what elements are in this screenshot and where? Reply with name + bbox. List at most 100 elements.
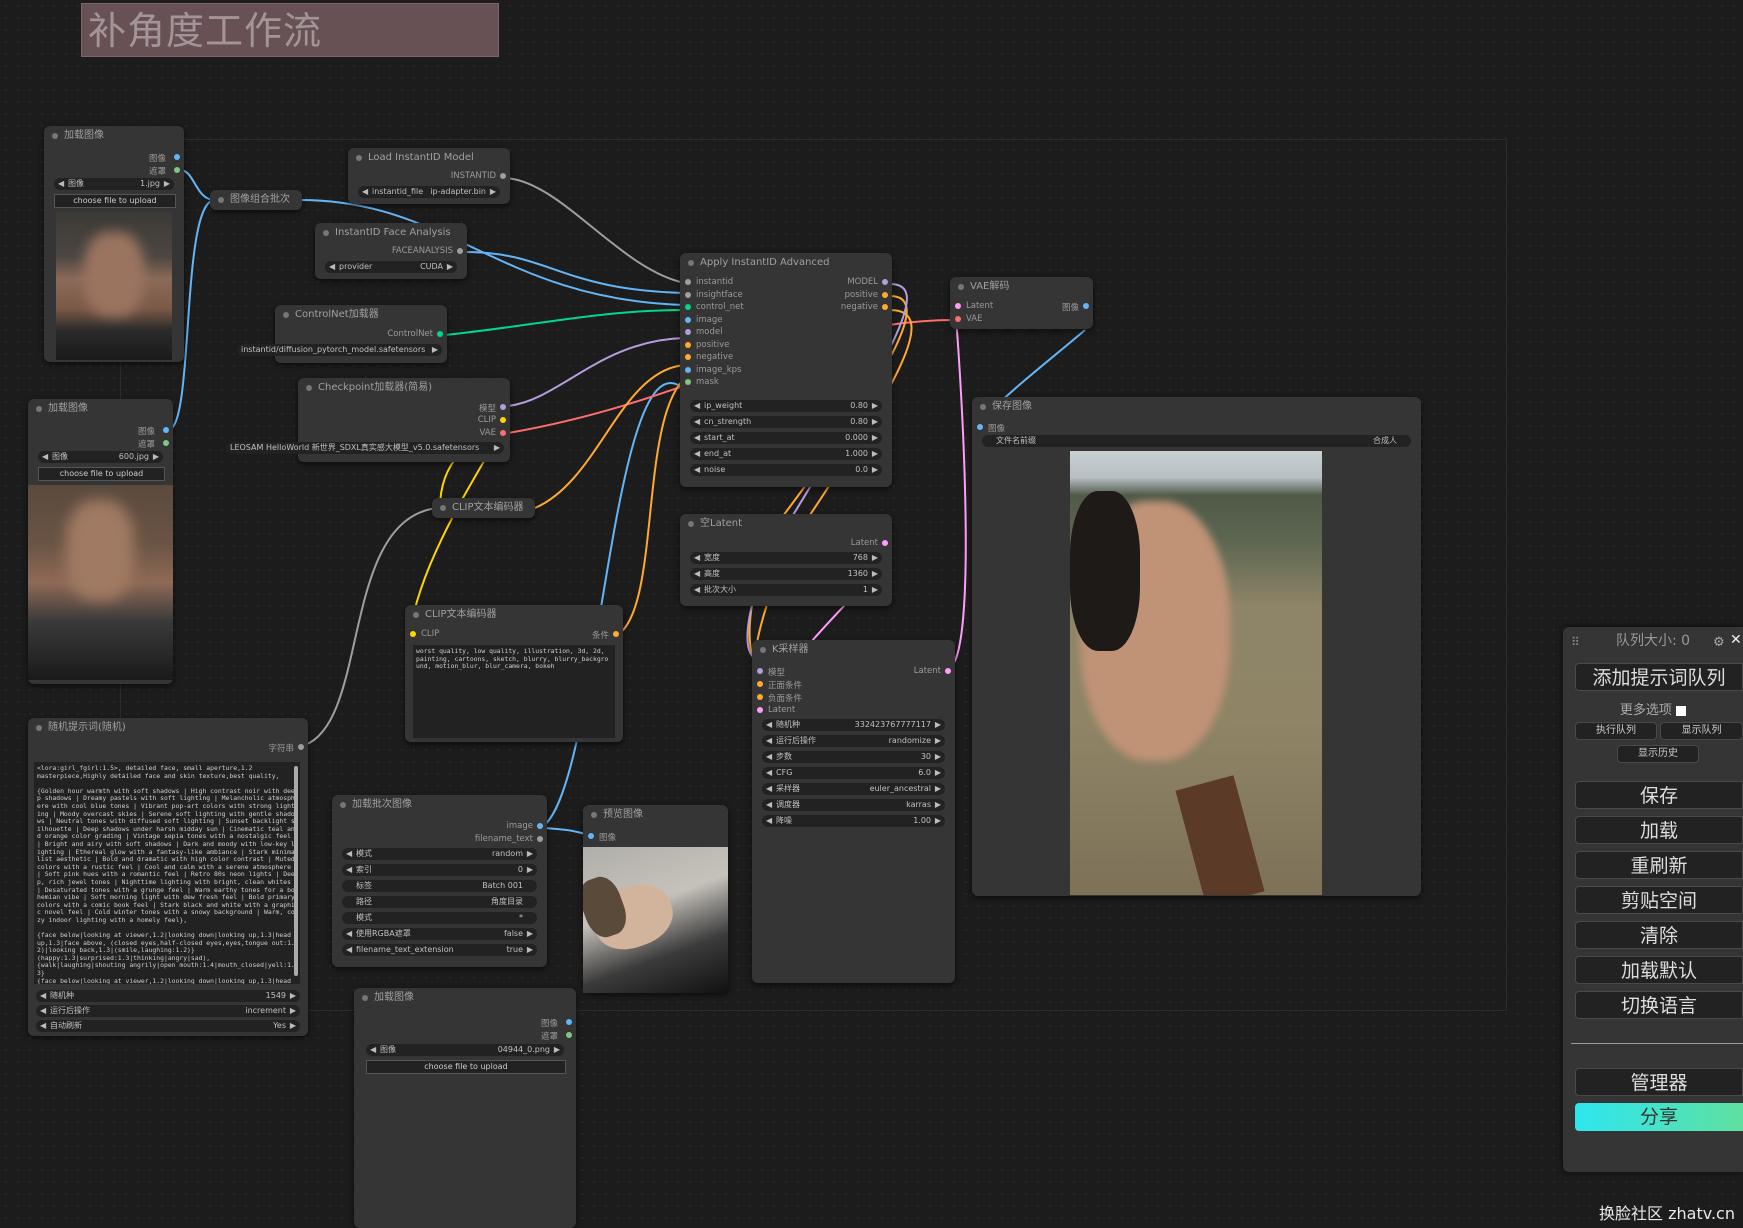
- output-image-slot[interactable]: [537, 823, 543, 829]
- clipspace-button[interactable]: 剪贴空间: [1575, 886, 1743, 914]
- node-random-prompt[interactable]: 随机提示词(随机) 字符串 <lora:girl_fgirl:1.5>, det…: [28, 718, 308, 1036]
- input-clip-slot[interactable]: [410, 631, 416, 637]
- output-slot[interactable]: [500, 173, 506, 179]
- control-after-generate-widget[interactable]: ◀ 运行后操作 increment ▶: [36, 1005, 300, 1017]
- cfg-widget[interactable]: ◀ CFG 6.0 ▶: [762, 767, 945, 779]
- share-button[interactable]: 分享: [1575, 1103, 1743, 1131]
- ckpt-name-widget[interactable]: LEOSAM HelloWorld 新世界_SDXL真实感大模型_v5.0.sa…: [226, 442, 504, 454]
- negative-prompt-textarea[interactable]: worst quality, low quality, illustration…: [413, 645, 615, 738]
- controlnet-name-widget[interactable]: instantid/diffusion_pytorch_model.safete…: [237, 344, 442, 356]
- output-string-slot[interactable]: [298, 744, 304, 750]
- node-preview-image[interactable]: 预览图像 图像: [583, 805, 728, 993]
- node-apply-instantid[interactable]: Apply InstantID Advanced instantid insigh…: [680, 253, 892, 487]
- output-latent-slot[interactable]: [882, 540, 888, 546]
- output-image-slot[interactable]: [174, 154, 180, 160]
- node-face-analysis[interactable]: InstantID Face Analysis FACEANALYSIS ◀ pr…: [315, 223, 467, 279]
- upload-button[interactable]: choose file to upload: [366, 1060, 566, 1074]
- output-image-slot[interactable]: [163, 427, 169, 433]
- filename-extension-widget[interactable]: ◀ filename_text_extension true ▶: [342, 944, 537, 956]
- output-conditioning-slot[interactable]: [613, 631, 619, 637]
- input-model-slot[interactable]: [757, 668, 763, 674]
- denoise-widget[interactable]: ◀ 降噪 1.00 ▶: [762, 815, 945, 827]
- input-vae-slot[interactable]: [955, 316, 961, 322]
- input-control_net-slot[interactable]: [685, 304, 691, 310]
- view-queue2-button[interactable]: 显示队列: [1660, 722, 1743, 740]
- ip-weight-widget[interactable]: ◀ ip_weight 0.80 ▶: [690, 400, 882, 412]
- input-positive-slot[interactable]: [685, 341, 691, 348]
- node-load-image-1[interactable]: 加载图像 图像 遮罩 ◀ 图像 1.jpg ▶ choose file to uplo…: [44, 126, 184, 362]
- output-filename-slot[interactable]: [537, 836, 543, 842]
- prompt-textarea[interactable]: <lora:girl_fgirl:1.5>, detailed face, sm…: [34, 762, 300, 984]
- node-load-batch-images[interactable]: 加载批次图像 image filename_text ◀ 模式 random ▶ ◀ 索…: [332, 795, 547, 967]
- scheduler-widget[interactable]: ◀ 调度器 karras ▶: [762, 799, 945, 811]
- close-icon[interactable]: ✕: [1730, 632, 1742, 648]
- manager-button[interactable]: 管理器: [1575, 1068, 1743, 1096]
- start-at-widget[interactable]: ◀ start_at 0.000 ▶: [690, 432, 882, 444]
- node-empty-latent[interactable]: 空Latent Latent ◀ 宽度 768 ▶ ◀ 高度 1360 ▶ ◀ 批次大小 1 ▶: [680, 514, 892, 606]
- image-widget[interactable]: ◀ 图像 04944_0.png ▶: [366, 1044, 564, 1056]
- node-image-batch[interactable]: 图像组合批次: [210, 190, 302, 210]
- pattern-widget[interactable]: 模式 *: [342, 912, 537, 924]
- input-image-slot[interactable]: [977, 424, 983, 430]
- sampler-widget[interactable]: ◀ 采样器 euler_ancestral ▶: [762, 783, 945, 795]
- batch-size-widget[interactable]: ◀ 批次大小 1 ▶: [690, 584, 882, 596]
- path-widget[interactable]: 路径 角度目录: [342, 896, 537, 908]
- height-widget[interactable]: ◀ 高度 1360 ▶: [690, 568, 882, 580]
- node-load-instantid[interactable]: Load InstantID Model INSTANTID ◀ instanti…: [348, 148, 510, 204]
- autorefresh-widget[interactable]: ◀ 自动刷新 Yes ▶: [36, 1020, 300, 1032]
- seed-widget[interactable]: ◀ 随机种 332423767777117 ▶: [762, 719, 945, 731]
- output-model-slot[interactable]: [882, 279, 888, 285]
- output-slot[interactable]: [457, 248, 463, 254]
- node-clip-text-encode-1[interactable]: CLIP文本编码器: [432, 498, 535, 518]
- input-negative-slot[interactable]: [685, 354, 691, 360]
- input-mask-slot[interactable]: [685, 379, 691, 385]
- rgba-widget[interactable]: ◀ 使用RGBA遮罩 false ▶: [342, 928, 537, 940]
- output-clip-slot[interactable]: [500, 417, 506, 423]
- instantid-file-widget[interactable]: ◀ instantid_file ip-adapter.bin ▶: [358, 186, 500, 198]
- node-load-image-3[interactable]: 加载图像 图像 遮罩 ◀ 图像 04944_0.png ▶ choose file t…: [354, 988, 576, 1228]
- clear-button[interactable]: 清除: [1575, 921, 1743, 949]
- output-negative-slot[interactable]: [882, 304, 888, 310]
- image-widget[interactable]: ◀ 图像 1.jpg ▶: [54, 178, 174, 190]
- output-slot[interactable]: [437, 331, 443, 337]
- image-widget[interactable]: ◀ 图像 600.jpg ▶: [38, 451, 163, 463]
- output-image-slot[interactable]: [1083, 303, 1089, 309]
- input-instantid-slot[interactable]: [685, 279, 691, 285]
- input-positive-slot[interactable]: [757, 681, 763, 687]
- output-mask-slot[interactable]: [174, 167, 180, 173]
- noise-widget[interactable]: ◀ noise 0.0 ▶: [690, 464, 882, 476]
- output-mask-slot[interactable]: [566, 1032, 572, 1038]
- load-button[interactable]: 加载: [1575, 816, 1743, 844]
- node-controlnet-loader[interactable]: ControlNet加载器 ControlNet instantid/diffu…: [237, 305, 447, 363]
- node-checkpoint-loader[interactable]: Checkpoint加载器(简易) 模型 CLIP VAE LEOSAM Hel…: [226, 378, 510, 462]
- save-button[interactable]: 保存: [1575, 781, 1743, 809]
- input-latent-slot[interactable]: [757, 707, 763, 713]
- input-insightface-slot[interactable]: [685, 291, 691, 298]
- input-latent-slot[interactable]: [955, 303, 961, 309]
- extra-options-checkbox[interactable]: [1676, 705, 1687, 716]
- mode-widget[interactable]: ◀ 模式 random ▶: [342, 848, 537, 860]
- extra-options-toggle[interactable]: 更多选项: [1563, 699, 1743, 718]
- input-negative-slot[interactable]: [757, 694, 763, 700]
- output-image-slot[interactable]: [566, 1019, 572, 1025]
- upload-button[interactable]: choose file to upload: [54, 194, 176, 208]
- output-model-slot[interactable]: [500, 404, 506, 410]
- index-widget[interactable]: ◀ 索引 0 ▶: [342, 864, 537, 876]
- label-widget[interactable]: 标签 Batch 001: [342, 880, 537, 892]
- view-queue-button[interactable]: 执行队列: [1575, 722, 1657, 740]
- node-ksampler[interactable]: K采样器 模型 正面条件 负面条件 Latent Latent ◀ 随机种 3324…: [752, 640, 955, 983]
- node-save-image[interactable]: 保存图像 图像 文件名前缀 合成人: [972, 397, 1421, 896]
- load-default-button[interactable]: 加载默认: [1575, 956, 1743, 984]
- queue-prompt-button[interactable]: 添加提示词队列: [1575, 663, 1743, 691]
- seed-widget[interactable]: ◀ 随机种 1549 ▶: [36, 990, 300, 1002]
- output-mask-slot[interactable]: [163, 440, 169, 446]
- switch-locale-button[interactable]: 切换语言: [1575, 991, 1743, 1019]
- output-vae-slot[interactable]: [500, 430, 506, 436]
- width-widget[interactable]: ◀ 宽度 768 ▶: [690, 552, 882, 564]
- steps-widget[interactable]: ◀ 步数 30 ▶: [762, 751, 945, 763]
- upload-button[interactable]: choose file to upload: [38, 467, 165, 481]
- cn-strength-widget[interactable]: ◀ cn_strength 0.80 ▶: [690, 416, 882, 428]
- output-latent-slot[interactable]: [945, 668, 951, 674]
- node-clip-text-encode-2[interactable]: CLIP文本编码器 CLIP 条件 worst quality, low qua…: [405, 605, 623, 742]
- refresh-button[interactable]: 重刷新: [1575, 851, 1743, 879]
